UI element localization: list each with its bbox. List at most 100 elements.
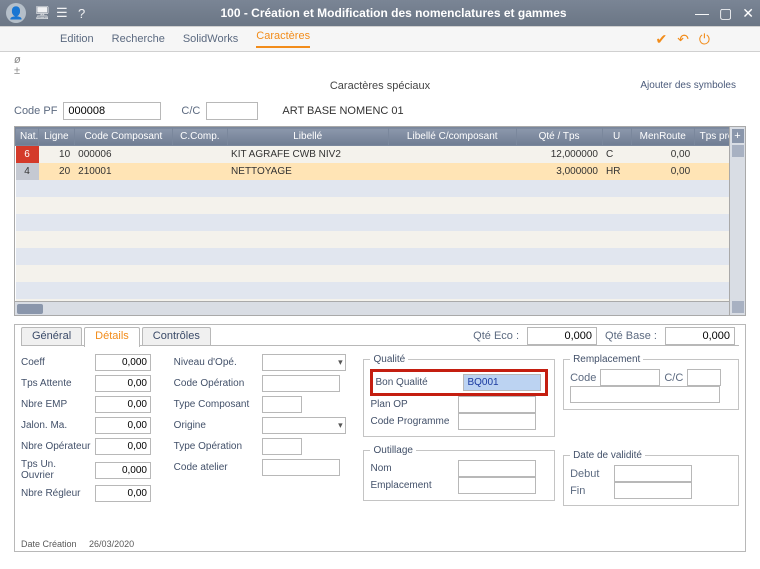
rempl-code-input[interactable] bbox=[600, 369, 660, 386]
tab-controles[interactable]: Contrôles bbox=[142, 327, 211, 345]
tps-attente-input[interactable] bbox=[95, 375, 151, 392]
cc-label: C/C bbox=[181, 105, 200, 117]
th-libc[interactable]: Libellé C/composant bbox=[388, 128, 516, 146]
th-qte[interactable]: Qté / Tps bbox=[516, 128, 602, 146]
type-comp-input[interactable] bbox=[262, 396, 302, 413]
chevron-down-icon: ▾ bbox=[338, 357, 343, 368]
outil-emp-input[interactable] bbox=[458, 477, 536, 494]
qte-base-input[interactable] bbox=[665, 327, 735, 345]
date-creation-value: 26/03/2020 bbox=[89, 539, 134, 549]
tps-un-input[interactable] bbox=[95, 462, 151, 479]
rempl-legend: Remplacement bbox=[570, 354, 643, 365]
maximize-icon[interactable]: ▢ bbox=[719, 5, 732, 22]
table-row-empty[interactable] bbox=[16, 231, 745, 248]
qualite-legend: Qualité bbox=[370, 354, 408, 365]
tab-general[interactable]: Général bbox=[21, 327, 82, 345]
menubar: Edition Recherche SolidWorks Caractères … bbox=[0, 26, 760, 52]
group-validite: Date de validité Debut Fin bbox=[563, 450, 739, 506]
tab-details[interactable]: Détails bbox=[84, 327, 140, 347]
outil-emp-label: Emplacement bbox=[370, 480, 454, 491]
special-chars-title: Caractères spéciaux bbox=[330, 80, 430, 92]
qte-eco-label: Qté Eco : bbox=[473, 330, 519, 342]
cc-input[interactable] bbox=[206, 102, 258, 120]
validite-debut-input[interactable] bbox=[614, 465, 692, 482]
rempl-long-input[interactable] bbox=[570, 386, 720, 403]
undo-icon[interactable]: ↶ bbox=[677, 31, 689, 48]
table-row[interactable]: 610000006KIT AGRAFE CWB NIV212,000000C0,… bbox=[16, 146, 745, 163]
qte-row: Qté Eco : Qté Base : bbox=[473, 327, 735, 345]
help-icon[interactable]: ? bbox=[78, 6, 92, 21]
add-row-button[interactable]: + bbox=[732, 129, 744, 143]
scroll-thumb-h[interactable] bbox=[17, 304, 43, 314]
close-icon[interactable]: ✕ bbox=[742, 5, 754, 22]
menu-edition[interactable]: Edition bbox=[60, 33, 94, 45]
table-row-empty[interactable] bbox=[16, 248, 745, 265]
rempl-cc-input[interactable] bbox=[687, 369, 721, 386]
menu-recherche[interactable]: Recherche bbox=[112, 33, 165, 45]
bon-qualite-input[interactable] bbox=[463, 374, 541, 391]
bon-qualite-label: Bon Qualité bbox=[375, 377, 459, 388]
scroll-up-icon[interactable] bbox=[732, 145, 744, 157]
table-scrollbar-v[interactable]: + bbox=[729, 127, 745, 315]
minimize-icon[interactable]: — bbox=[695, 5, 709, 22]
coeff-input[interactable] bbox=[95, 354, 151, 371]
symbol-bar: ø ± bbox=[0, 52, 760, 80]
code-atelier-input[interactable] bbox=[262, 459, 340, 476]
codepf-label: Code PF bbox=[14, 105, 57, 117]
th-nat[interactable]: Nat. bbox=[16, 128, 39, 146]
outil-nom-input[interactable] bbox=[458, 460, 536, 477]
add-symbols-link[interactable]: Ajouter des symboles bbox=[640, 80, 736, 91]
code-op-input[interactable] bbox=[262, 375, 340, 392]
date-creation-label: Date Création bbox=[21, 539, 77, 549]
th-code[interactable]: Code Composant bbox=[74, 128, 172, 146]
plan-op-label: Plan OP bbox=[370, 399, 454, 410]
th-ligne[interactable]: Ligne bbox=[39, 128, 75, 146]
table-row-empty[interactable] bbox=[16, 282, 745, 299]
qte-base-label: Qté Base : bbox=[605, 330, 657, 342]
monitor-icon[interactable]: 🖥 bbox=[34, 5, 48, 21]
title-bar: 👤 🖥 ☰ ? 100 - Création et Modification d… bbox=[0, 0, 760, 26]
th-ccomp[interactable]: C.Comp. bbox=[173, 128, 227, 146]
validite-fin-input[interactable] bbox=[614, 482, 692, 499]
outillage-legend: Outillage bbox=[370, 445, 415, 456]
nbre-emp-input[interactable] bbox=[95, 396, 151, 413]
table-row-empty[interactable] bbox=[16, 214, 745, 231]
th-men[interactable]: MenRoute bbox=[631, 128, 694, 146]
origine-select[interactable]: ▾ bbox=[262, 417, 346, 434]
th-u[interactable]: U bbox=[602, 128, 631, 146]
qte-eco-input[interactable] bbox=[527, 327, 597, 345]
niveau-label: Niveau d'Opé. bbox=[174, 357, 258, 368]
code-op-label: Code Opération bbox=[174, 378, 258, 389]
scroll-down-icon[interactable] bbox=[732, 301, 744, 313]
th-lib[interactable]: Libellé bbox=[227, 128, 388, 146]
tool-icon[interactable]: ☰ bbox=[56, 5, 70, 21]
table-row[interactable]: 420210001NETTOYAGE3,000000HR0,000 bbox=[16, 163, 745, 180]
special-chars-header: Caractères spéciaux Ajouter des symboles bbox=[0, 80, 760, 98]
nbre-op-label: Nbre Opérateur bbox=[21, 441, 91, 452]
menu-caracteres[interactable]: Caractères bbox=[256, 30, 310, 48]
nbre-op-input[interactable] bbox=[95, 438, 151, 455]
table-row-empty[interactable] bbox=[16, 265, 745, 282]
nbre-reg-input[interactable] bbox=[95, 485, 151, 502]
codepf-input[interactable] bbox=[63, 102, 161, 120]
niveau-select[interactable]: ▾ bbox=[262, 354, 346, 371]
col-mid2: Qualité Bon Qualité Plan OP Code Program… bbox=[363, 354, 555, 510]
table-row-empty[interactable] bbox=[16, 180, 745, 197]
col-left: Coeff Tps Attente Nbre EMP Jalon. Ma. Nb… bbox=[21, 354, 166, 510]
check-icon[interactable]: ✔ bbox=[655, 31, 667, 48]
origine-label: Origine bbox=[174, 420, 258, 431]
type-ope-input[interactable] bbox=[262, 438, 302, 455]
nbre-reg-label: Nbre Régleur bbox=[21, 488, 91, 499]
table-row-empty[interactable] bbox=[16, 197, 745, 214]
group-qualite: Qualité Bon Qualité Plan OP Code Program… bbox=[363, 354, 555, 437]
power-icon[interactable]: ⏻ bbox=[699, 31, 710, 48]
code-prog-input[interactable] bbox=[458, 413, 536, 430]
menu-solidworks[interactable]: SolidWorks bbox=[183, 33, 238, 45]
table-scrollbar-h[interactable] bbox=[15, 301, 729, 315]
plan-op-input[interactable] bbox=[458, 396, 536, 413]
jalon-input[interactable] bbox=[95, 417, 151, 434]
group-remplacement: Remplacement Code C/C bbox=[563, 354, 739, 410]
chevron-down-icon: ▾ bbox=[338, 420, 343, 431]
sym-plusminus[interactable]: ± bbox=[14, 66, 21, 77]
avatar-icon: 👤 bbox=[6, 3, 26, 23]
